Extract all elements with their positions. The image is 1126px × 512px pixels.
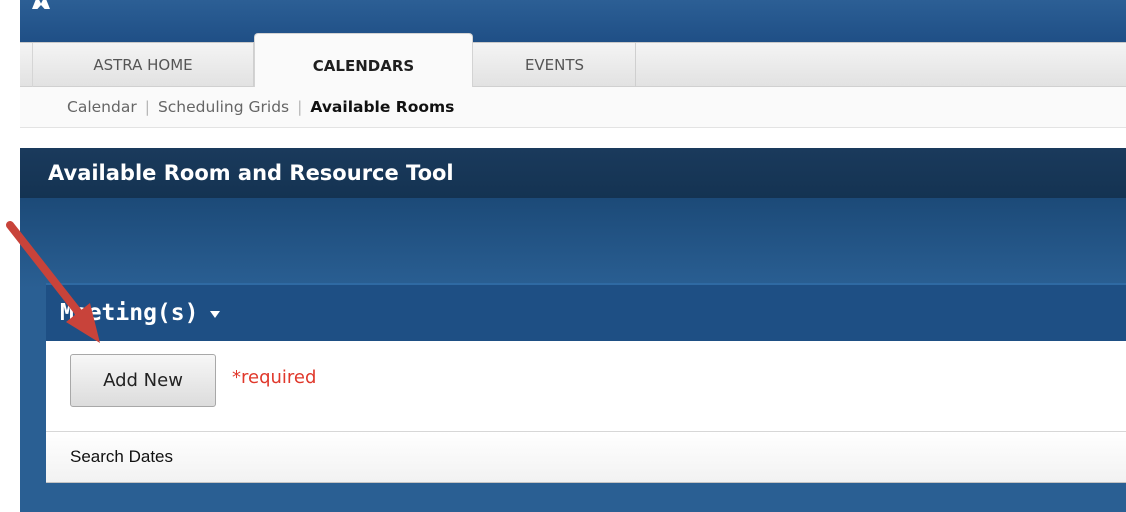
logo-icon: [32, 0, 50, 9]
meetings-section-header[interactable]: Meeting(s): [46, 283, 1126, 341]
subnav-separator: |: [297, 98, 303, 116]
main-tabs: ASTRA HOME CALENDARS EVENTS: [20, 33, 1126, 88]
subnav-item-calendar[interactable]: Calendar: [67, 98, 137, 116]
add-new-button[interactable]: Add New: [70, 354, 216, 407]
subnav-item-scheduling-grids[interactable]: Scheduling Grids: [158, 98, 289, 116]
spacer: [20, 128, 1126, 148]
required-note: *required: [232, 367, 317, 388]
search-dates-row[interactable]: Search Dates: [46, 431, 1126, 483]
tab-astra-home[interactable]: ASTRA HOME: [32, 43, 254, 87]
app-window: ASTRA HOME CALENDARS EVENTS Calendar | S…: [20, 0, 1126, 512]
meetings-heading: Meeting(s): [60, 300, 199, 326]
sub-navigation: Calendar | Scheduling Grids | Available …: [20, 87, 1126, 128]
meetings-panel: Add New *required: [46, 341, 1126, 431]
subnav-separator: |: [144, 98, 150, 116]
top-header-bar: [20, 0, 1126, 42]
page-title: Available Room and Resource Tool: [20, 148, 1126, 198]
search-dates-label: Search Dates: [70, 447, 173, 466]
tab-events[interactable]: EVENTS: [474, 43, 636, 87]
page-title-text: Available Room and Resource Tool: [48, 161, 454, 185]
subnav-item-available-rooms[interactable]: Available Rooms: [310, 98, 454, 116]
panel-footer: [46, 483, 1126, 512]
caret-down-icon[interactable]: [210, 311, 221, 318]
tab-calendars[interactable]: CALENDARS: [254, 33, 473, 88]
